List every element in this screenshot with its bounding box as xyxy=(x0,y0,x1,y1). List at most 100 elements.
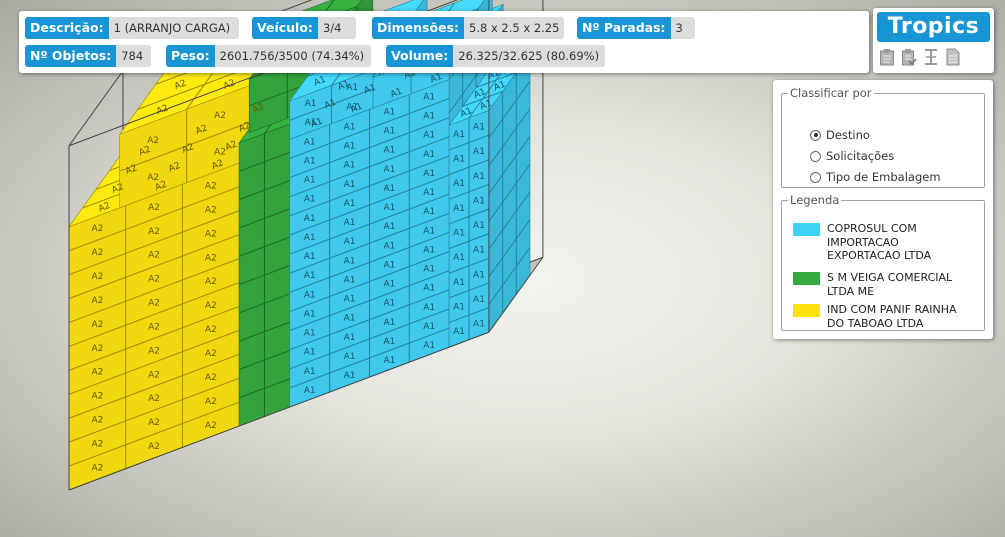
volume-value: 26.325/32.625 (80.69%) xyxy=(453,45,605,67)
radio-solicitacoes[interactable] xyxy=(810,150,821,162)
legend-swatch-green xyxy=(793,272,820,285)
box-label: A2 xyxy=(148,203,160,213)
legend-item: S M VEIGA COMERCIAL LTDA ME xyxy=(793,271,967,298)
box-label: A2 xyxy=(91,416,103,426)
sort-option-tipo-embalagem[interactable]: Tipo de Embalagem xyxy=(810,170,941,184)
paradas-field: Nº Paradas: 3 xyxy=(577,17,695,39)
box-label: A2 xyxy=(214,111,226,121)
legend-group: Legenda COPROSUL COM IMPORTACAO EXPORTAC… xyxy=(781,193,985,331)
box-label: A2 xyxy=(91,248,103,258)
box-label: A1 xyxy=(473,172,485,182)
veiculo-field: Veículo: 3/4 xyxy=(252,17,356,39)
box-label: A2 xyxy=(205,397,217,407)
box-label: A2 xyxy=(91,296,103,306)
box-label: A1 xyxy=(453,155,465,165)
radio-tipo-embalagem[interactable] xyxy=(810,171,821,183)
box-label: A1 xyxy=(423,226,435,236)
box-label: A1 xyxy=(304,367,316,377)
descricao-field: Descrição: 1 (ARRANJO CARGA) xyxy=(25,17,239,39)
sort-title: Classificar por xyxy=(790,86,872,100)
box-label: A1 xyxy=(344,180,356,190)
box-label: A2 xyxy=(148,251,160,261)
veiculo-value: 3/4 xyxy=(317,17,356,39)
box-label: A2 xyxy=(205,206,217,216)
box-label: A2 xyxy=(205,182,217,192)
legend-title: Legenda xyxy=(790,193,840,207)
legend-item: IND COM PANIF RAINHA DO TABOAO LTDA xyxy=(793,303,967,330)
box-label: A1 xyxy=(304,137,316,147)
objetos-field: Nº Objetos: 784 xyxy=(25,45,151,67)
box-label: A1 xyxy=(304,252,316,262)
peso-field: Peso: 2601.756/3500 (74.34%) xyxy=(166,45,371,67)
legend-item: COPROSUL COM IMPORTACAO EXPORTACAO LTDA xyxy=(793,222,967,263)
box-label: A1 xyxy=(383,203,395,213)
box-label: A1 xyxy=(383,241,395,251)
box-label: A2 xyxy=(148,418,160,428)
container-edge xyxy=(68,70,124,147)
box-label: A1 xyxy=(383,356,395,366)
box-label: A1 xyxy=(304,386,316,396)
legend-item-label: S M VEIGA COMERCIAL LTDA ME xyxy=(827,271,953,298)
box-label: A2 xyxy=(205,253,217,263)
paradas-label: Nº Paradas: xyxy=(577,17,671,39)
box-label: A1 xyxy=(304,195,316,205)
box-label: A1 xyxy=(453,179,465,189)
clipboard-icon[interactable] xyxy=(879,48,895,66)
box-label: A1 xyxy=(473,246,485,256)
dimensoes-field: Dimensões: 5.8 x 2.5 x 2.25 xyxy=(372,17,565,39)
box-label: A1 xyxy=(453,327,465,337)
dimension-icon[interactable] xyxy=(923,48,939,66)
box-label: A1 xyxy=(304,271,316,281)
box-label: A1 xyxy=(344,256,356,266)
objetos-value: 784 xyxy=(116,45,151,67)
legend-swatch-cyan xyxy=(793,223,820,236)
box-label: A1 xyxy=(423,207,435,217)
objetos-label: Nº Objetos: xyxy=(25,45,117,67)
paradas-value: 3 xyxy=(670,17,695,39)
sort-group: Classificar por Destino Solicitações Tip… xyxy=(781,86,985,188)
box-label: A1 xyxy=(423,150,435,160)
box-label: A1 xyxy=(304,214,316,224)
box-label: A1 xyxy=(383,184,395,194)
legend-swatch-yellow xyxy=(793,304,820,317)
box-label: A1 xyxy=(453,303,465,313)
box-label: A1 xyxy=(304,233,316,243)
veiculo-label: Veículo: xyxy=(252,17,318,39)
box-label: A1 xyxy=(423,93,435,103)
box-label: A1 xyxy=(304,157,316,167)
box-label: A1 xyxy=(383,261,395,271)
options-panel: Classificar por Destino Solicitações Tip… xyxy=(773,80,993,339)
clipboard-check-icon[interactable] xyxy=(901,48,917,66)
box-label: A1 xyxy=(383,108,395,118)
box-label: A1 xyxy=(383,222,395,232)
box-label: A1 xyxy=(453,229,465,239)
box-label: A1 xyxy=(346,102,358,112)
box-label: A2 xyxy=(91,463,103,473)
document-icon[interactable] xyxy=(945,48,961,66)
box-label: A1 xyxy=(473,295,485,305)
box-label: A1 xyxy=(423,169,435,179)
descricao-label: Descrição: xyxy=(25,17,109,39)
sort-option-destino[interactable]: Destino xyxy=(810,128,870,142)
dimensoes-value: 5.8 x 2.5 x 2.25 xyxy=(464,17,565,39)
legend-item-label: IND COM PANIF RAINHA DO TABOAO LTDA xyxy=(827,303,957,330)
sort-option-solicitacoes[interactable]: Solicitações xyxy=(810,149,894,163)
box-label: A2 xyxy=(148,227,160,237)
volume-label: Volume: xyxy=(386,45,454,67)
box-label: A1 xyxy=(344,371,356,381)
box-label: A2 xyxy=(205,325,217,335)
box-label: A1 xyxy=(383,337,395,347)
box-label: A1 xyxy=(473,221,485,231)
box-label: A1 xyxy=(473,147,485,157)
box-label: A2 xyxy=(148,275,160,285)
box-label: A1 xyxy=(473,196,485,206)
toolbar xyxy=(879,48,961,66)
box-label: A1 xyxy=(383,318,395,328)
box-label: A2 xyxy=(148,442,160,452)
box-label: A2 xyxy=(205,277,217,287)
box-label: A1 xyxy=(304,310,316,320)
descricao-value: 1 (ARRANJO CARGA) xyxy=(108,17,239,39)
box-label: A1 xyxy=(383,165,395,175)
radio-destino[interactable] xyxy=(810,129,821,141)
box-label: A1 xyxy=(346,83,358,93)
